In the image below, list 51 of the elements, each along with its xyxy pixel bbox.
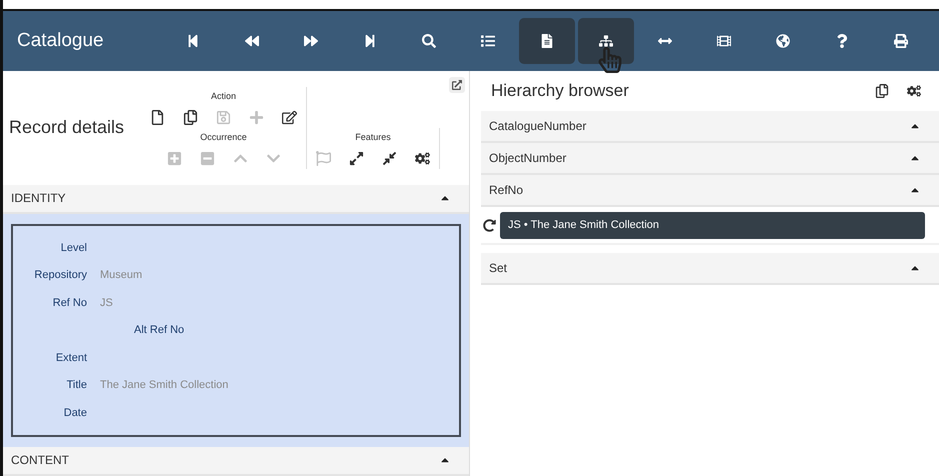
copy-icon xyxy=(183,110,198,125)
field-label: Level xyxy=(60,242,87,254)
group-label: Features xyxy=(355,132,391,142)
hand-pointer-icon xyxy=(597,47,623,73)
field-label: Alt Ref No xyxy=(133,324,186,336)
hierarchy-button[interactable] xyxy=(578,18,634,64)
settings-icon xyxy=(415,150,430,166)
field-label: Date xyxy=(62,406,87,419)
field-label: Repository xyxy=(33,269,87,282)
list-icon xyxy=(481,34,495,48)
group-label: Action xyxy=(210,90,236,101)
section-header[interactable]: ObjectNumber xyxy=(481,143,939,175)
hierarchy-icon xyxy=(599,34,613,48)
refresh-button[interactable] xyxy=(481,218,496,232)
copy-button[interactable] xyxy=(875,84,889,98)
section-header[interactable]: CONTENT xyxy=(3,446,469,476)
section-header[interactable]: Set xyxy=(481,253,939,285)
first-record-icon xyxy=(186,34,200,48)
document-button[interactable] xyxy=(519,18,575,64)
external-link-button[interactable] xyxy=(449,77,465,93)
plus-icon xyxy=(249,110,264,125)
field-label: Extent xyxy=(54,352,87,364)
document-icon xyxy=(540,34,554,48)
globe-icon xyxy=(776,34,790,48)
field-value: JS xyxy=(100,296,114,309)
tree-node[interactable]: JS • The Jane Smith Collection xyxy=(500,212,925,238)
field-value: The Jane Smith Collection xyxy=(100,379,230,392)
field-label: Ref No xyxy=(52,296,87,309)
panel-title: Hierarchy browser xyxy=(491,81,630,101)
print-icon xyxy=(894,34,908,48)
rewind-icon xyxy=(245,34,259,48)
expand-icon xyxy=(349,150,364,166)
search-icon xyxy=(422,34,436,48)
fast-forward-icon xyxy=(304,34,318,48)
film-icon xyxy=(717,34,731,48)
collapse-icon xyxy=(382,150,397,166)
app-title: Catalogue xyxy=(16,30,105,52)
settings-button[interactable] xyxy=(907,84,921,98)
new-file-icon xyxy=(150,110,165,125)
flag-icon xyxy=(316,150,331,166)
section-header[interactable]: IDENTITY xyxy=(3,184,469,214)
section-header[interactable]: RefNo xyxy=(481,175,939,207)
field-label: Title xyxy=(66,379,87,392)
edit-icon xyxy=(282,110,297,125)
section-header[interactable]: CatalogueNumber xyxy=(481,111,939,143)
last-record-icon xyxy=(363,34,377,48)
panel-title: Record details xyxy=(9,117,126,138)
field-value: Museum xyxy=(100,269,144,282)
question-icon xyxy=(835,34,849,48)
group-label: Occurrence xyxy=(200,132,247,142)
save-icon xyxy=(216,110,231,125)
